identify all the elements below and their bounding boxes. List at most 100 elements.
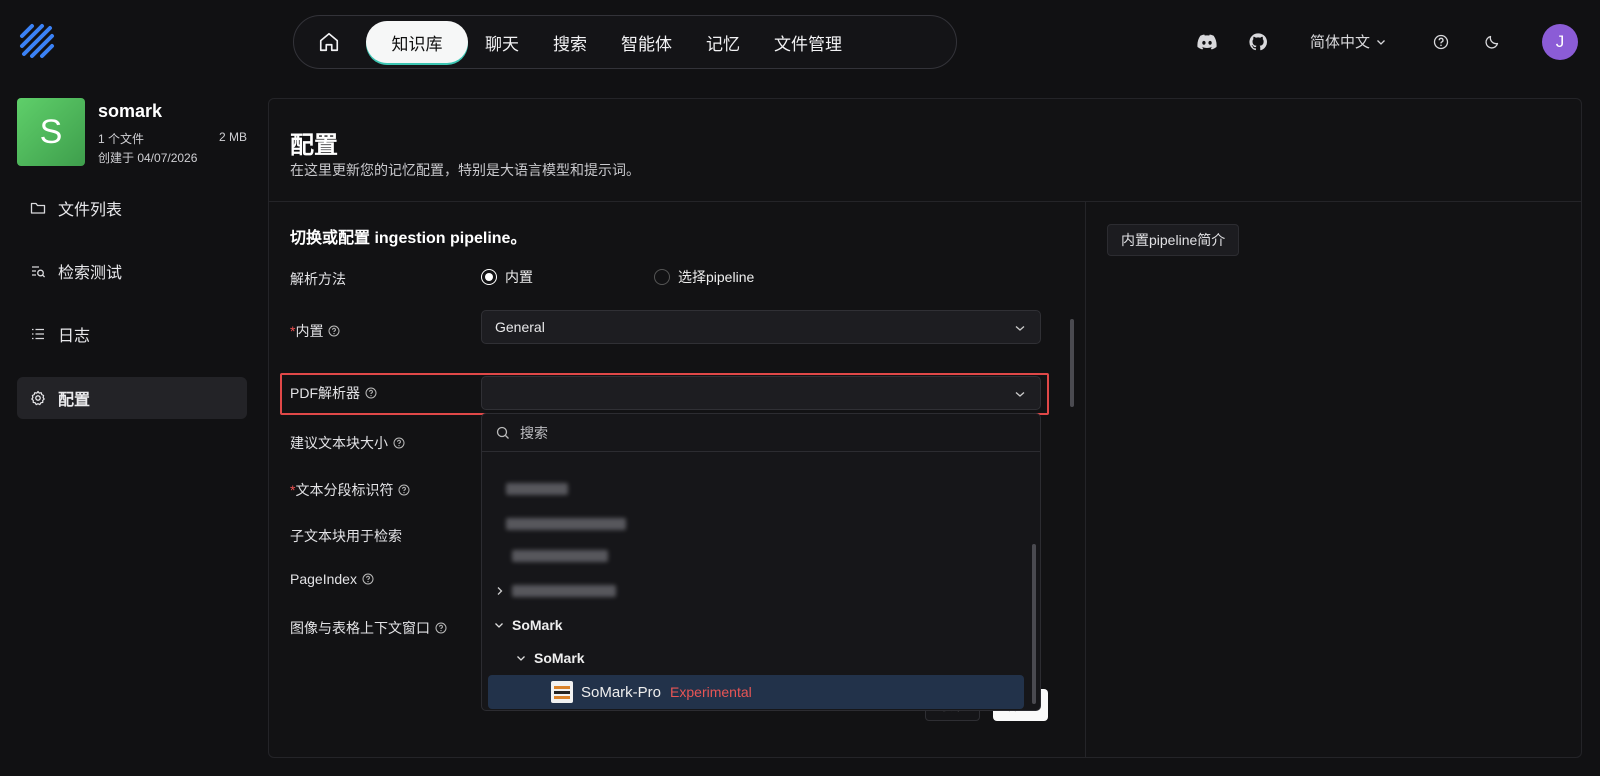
dropdown-option-redacted[interactable] <box>482 541 1040 571</box>
help-icon[interactable] <box>362 573 374 585</box>
language-label: 简体中文 <box>1310 34 1371 51</box>
somark-logo-icon <box>551 681 573 703</box>
label-text: 文本分段标识符 <box>295 482 394 498</box>
page-subtitle: 在这里更新您的记忆配置，特别是大语言模型和提示词。 <box>290 162 640 178</box>
github-button[interactable] <box>1247 31 1269 53</box>
chevron-down-icon <box>495 623 503 628</box>
help-button[interactable] <box>1430 31 1452 53</box>
dropdown-search <box>482 414 1040 452</box>
sidebar-item-logs[interactable]: 日志 <box>17 313 247 355</box>
help-icon[interactable] <box>398 484 410 496</box>
redacted-text <box>512 550 608 562</box>
page-title: 配置 <box>290 132 338 159</box>
section-title: 切换或配置 ingestion pipeline。 <box>290 230 527 247</box>
kb-file-count: 1 个文件 <box>98 132 145 146</box>
home-icon <box>319 32 339 52</box>
radio-label: 选择pipeline <box>678 269 755 285</box>
pageindex-label: PageIndex <box>290 571 374 587</box>
discord-button[interactable] <box>1196 31 1218 53</box>
pdf-parser-label: PDF解析器 <box>290 383 377 403</box>
nav-tab-agents[interactable]: 智能体 <box>604 21 689 63</box>
nav-tab-search[interactable]: 搜索 <box>536 21 604 63</box>
kb-avatar: S <box>17 98 85 166</box>
label-text: 子文本块用于检索 <box>290 528 402 544</box>
search-icon <box>496 426 509 439</box>
redacted-text <box>512 585 616 597</box>
help-icon[interactable] <box>365 387 377 399</box>
sidebar-item-label: 检索测试 <box>58 265 123 282</box>
child-chunk-label: 子文本块用于检索 <box>290 526 402 546</box>
dropdown-option-redacted[interactable] <box>482 474 1040 504</box>
gear-icon <box>30 390 46 406</box>
sidebar-item-label: 文件列表 <box>58 202 123 219</box>
form-scrollbar[interactable] <box>1070 319 1074 407</box>
parse-method-label: 解析方法 <box>290 269 346 289</box>
nav-tab-memory[interactable]: 记忆 <box>689 21 757 63</box>
kb-created-date: 创建于 04/07/2026 <box>98 151 198 165</box>
pdf-parser-select[interactable] <box>481 376 1041 410</box>
label-text: 内置 <box>295 323 324 339</box>
select-value: General <box>495 319 545 335</box>
dropdown-subgroup-somark[interactable]: SoMark <box>482 643 1040 673</box>
nav-tab-knowledge-base[interactable]: 知识库 <box>366 21 468 63</box>
top-navigation: 知识库 聊天 搜索 智能体 记忆 文件管理 <box>293 15 957 69</box>
language-selector[interactable]: 简体中文 <box>1310 31 1386 52</box>
label-text: 解析方法 <box>290 271 346 287</box>
radio-builtin[interactable]: 内置 <box>481 267 533 287</box>
group-label: SoMark <box>512 617 563 633</box>
chunk-size-label: 建议文本块大小 <box>290 433 405 453</box>
dropdown-scrollbar[interactable] <box>1032 544 1036 704</box>
panel-divider <box>1085 202 1086 758</box>
app-logo-icon[interactable] <box>18 22 58 62</box>
option-label: SoMark-Pro <box>581 683 662 701</box>
app-window: 知识库 聊天 搜索 智能体 记忆 文件管理 简体中文 J S somark 1 … <box>0 0 1600 776</box>
radio-dot <box>654 269 670 285</box>
nav-home-button[interactable] <box>314 27 344 57</box>
nav-tab-file-management[interactable]: 文件管理 <box>757 21 859 63</box>
folder-icon <box>30 200 46 216</box>
radio-select-pipeline[interactable]: 选择pipeline <box>654 267 754 287</box>
help-icon[interactable] <box>328 325 340 337</box>
theme-toggle-button[interactable] <box>1481 31 1503 53</box>
dropdown-option-redacted[interactable] <box>482 509 1040 539</box>
chevron-down-icon <box>1015 392 1025 397</box>
group-label: SoMark <box>534 650 585 666</box>
label-text: PDF解析器 <box>290 385 360 401</box>
user-avatar[interactable]: J <box>1542 24 1578 60</box>
builtin-select[interactable]: General <box>481 310 1041 344</box>
nav-tab-chat[interactable]: 聊天 <box>468 21 536 63</box>
knowledge-base-card: S somark 1 个文件 2 MB 创建于 04/07/2026 <box>17 98 247 166</box>
pdf-parser-dropdown: SoMark SoMark SoMark-Pro Experimental <box>481 413 1041 711</box>
github-icon <box>1249 33 1267 51</box>
label-text: 建议文本块大小 <box>290 435 388 451</box>
help-icon[interactable] <box>435 622 447 634</box>
dropdown-group-somark[interactable]: SoMark <box>482 610 1040 640</box>
label-text: PageIndex <box>290 571 357 587</box>
builtin-label: *内置 <box>290 321 340 341</box>
sidebar-item-file-list[interactable]: 文件列表 <box>17 187 247 229</box>
sidebar-item-config[interactable]: 配置 <box>17 377 247 419</box>
page-header: 配置 在这里更新您的记忆配置，特别是大语言模型和提示词。 <box>269 99 1581 202</box>
discord-icon <box>1197 34 1217 50</box>
list-icon <box>30 326 46 342</box>
chevron-down-icon <box>517 656 525 661</box>
sidebar-item-label: 配置 <box>58 392 91 409</box>
sidebar-item-retrieval-test[interactable]: 检索测试 <box>17 250 247 292</box>
chevron-down-icon <box>1015 326 1025 331</box>
search-test-icon <box>30 263 46 279</box>
sidebar-item-label: 日志 <box>58 328 91 345</box>
image-table-context-label: 图像与表格上下文窗口 <box>290 618 447 638</box>
dropdown-option-somark-pro[interactable]: SoMark-Pro Experimental <box>488 675 1024 709</box>
chevron-right-icon <box>497 587 503 595</box>
radio-dot-selected <box>481 269 497 285</box>
redacted-text <box>506 518 626 530</box>
main-panel: 配置 在这里更新您的记忆配置，特别是大语言模型和提示词。 切换或配置 inges… <box>268 98 1582 758</box>
moon-icon <box>1485 35 1499 49</box>
dropdown-search-input[interactable] <box>520 424 980 441</box>
radio-label: 内置 <box>505 269 533 285</box>
help-icon[interactable] <box>393 437 405 449</box>
dropdown-group-redacted[interactable] <box>482 576 1040 606</box>
redacted-text <box>506 483 568 495</box>
experimental-tag: Experimental <box>670 684 752 700</box>
builtin-pipeline-intro-button[interactable]: 内置pipeline简介 <box>1107 224 1240 256</box>
